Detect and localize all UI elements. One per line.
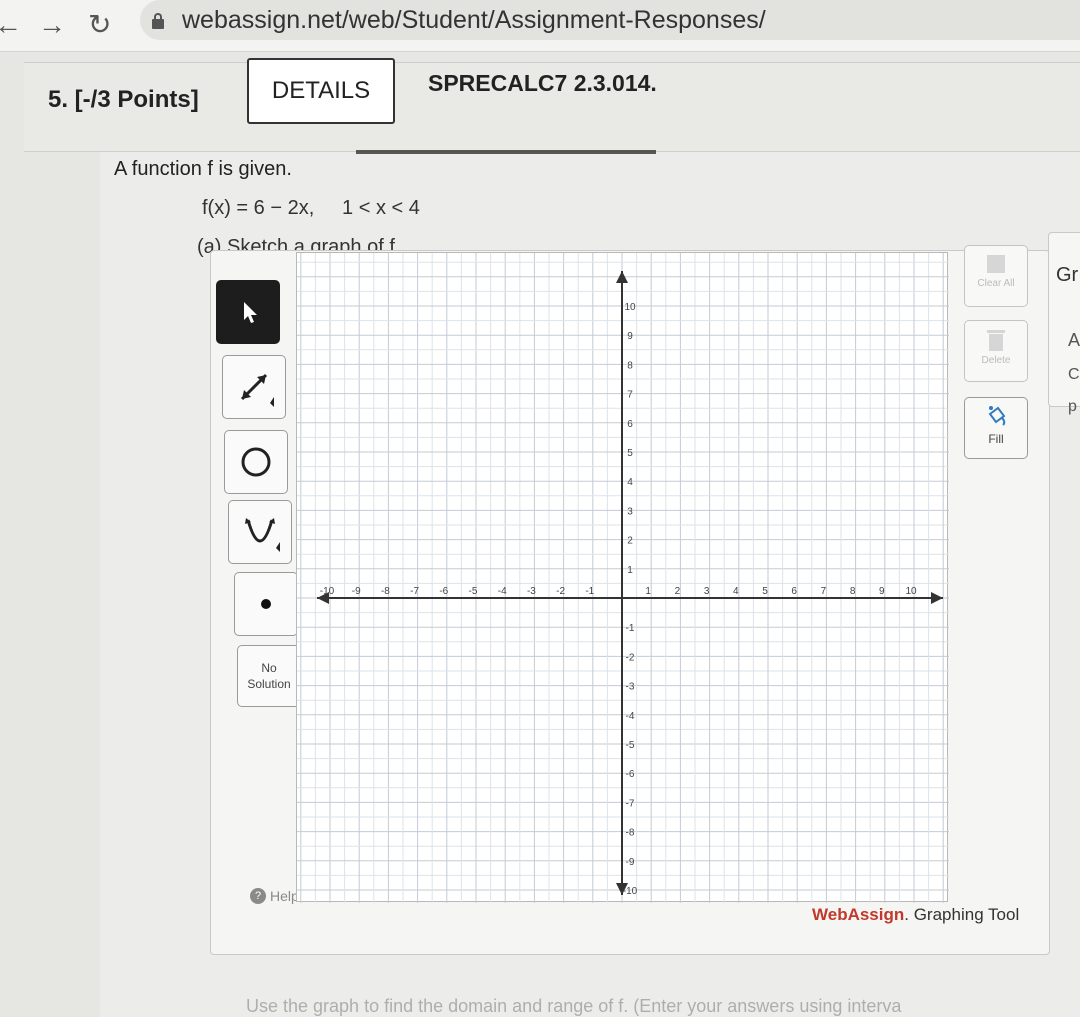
clear-icon xyxy=(987,255,1005,273)
x-tick-label: 3 xyxy=(704,586,710,597)
x-tick-label: 7 xyxy=(821,586,827,597)
y-tick-label: -8 xyxy=(626,828,635,839)
side-panel-title: Gr xyxy=(1056,264,1079,286)
y-tick-label: 8 xyxy=(627,360,633,371)
question-points: 5. [-/3 Points] xyxy=(48,86,199,113)
side-panel-text-2: C xyxy=(1068,366,1080,383)
x-tick-label: -4 xyxy=(498,586,507,597)
url-text[interactable]: webassign.net/web/Student/Assignment-Res… xyxy=(182,6,766,35)
webassign-brand: WebAssign. Graphing Tool xyxy=(812,905,1019,925)
y-tick-label: 3 xyxy=(627,506,633,517)
paint-bucket-icon xyxy=(988,406,1006,426)
x-tick-label: 5 xyxy=(762,586,768,597)
x-tick-label: 6 xyxy=(791,586,797,597)
x-tick-label: -7 xyxy=(410,586,419,597)
y-tick-label: 10 xyxy=(624,302,636,313)
brand-graphing-tool: . Graphing Tool xyxy=(904,905,1020,924)
x-tick-label: 8 xyxy=(850,586,856,597)
circle-icon xyxy=(241,447,271,477)
side-panel-text-1: A xyxy=(1068,330,1080,350)
x-tick-label: -1 xyxy=(585,586,594,597)
browser-toolbar: ← → ↻ webassign.net/web/Student/Assignme… xyxy=(0,0,1080,52)
x-tick-label: 10 xyxy=(905,586,917,597)
x-tick-label: 2 xyxy=(675,586,681,597)
y-tick-label: -3 xyxy=(626,682,635,693)
back-arrow-icon[interactable]: ← xyxy=(0,8,22,42)
function-formula: f(x) = 6 − 2x, 1 < x < 4 xyxy=(202,197,420,219)
x-tick-label: 1 xyxy=(645,586,651,597)
y-tick-label: -4 xyxy=(626,711,635,722)
lock-icon xyxy=(152,13,164,29)
delete-label: Delete xyxy=(981,355,1011,366)
no-solution-button[interactable]: No Solution xyxy=(237,645,301,707)
line-tool-button[interactable] xyxy=(222,355,286,419)
y-tick-label: -6 xyxy=(626,769,635,780)
forward-arrow-icon[interactable]: → xyxy=(38,8,66,42)
circle-tool-button[interactable] xyxy=(224,430,288,494)
coordinate-grid[interactable]: -10 -9 -8 -7 -6 -5 -4 -3 -2 -1 1 2 3 4 5 6 7 8 9 10 -10 -9 -8 -… xyxy=(297,253,949,903)
dot-icon xyxy=(261,599,271,609)
x-tick-label: -3 xyxy=(527,586,536,597)
x-tick-label: -2 xyxy=(556,586,565,597)
x-tick-label: -10 xyxy=(320,586,335,597)
question-prompt: A function f is given. xyxy=(114,158,292,180)
side-panel-text-3: p xyxy=(1068,398,1077,415)
brand-webassign: WebAssign xyxy=(812,905,905,924)
y-tick-label: 6 xyxy=(627,419,633,430)
x-tick-label: 9 xyxy=(879,586,885,597)
x-axis-arrow-right xyxy=(931,592,943,604)
delete-button[interactable]: Delete xyxy=(964,320,1028,382)
parabola-tool-button[interactable] xyxy=(228,500,292,564)
y-tick-label: -9 xyxy=(626,857,635,868)
y-tick-label: -2 xyxy=(626,652,635,663)
no-solution-label-1: No xyxy=(261,661,277,675)
y-tick-label: -5 xyxy=(626,740,635,751)
details-button[interactable]: DETAILS xyxy=(247,58,395,124)
clear-all-button[interactable]: Clear All xyxy=(964,245,1028,307)
y-tick-label: 1 xyxy=(627,565,633,576)
next-part-instruction: Use the graph to find the domain and ran… xyxy=(246,996,902,1016)
y-tick-label: 4 xyxy=(627,477,633,488)
y-tick-label: -1 xyxy=(626,623,635,634)
help-icon: ? xyxy=(250,888,266,904)
clear-all-label: Clear All xyxy=(977,278,1015,289)
reload-icon[interactable]: ↻ xyxy=(88,8,111,42)
point-tool-button[interactable] xyxy=(234,572,298,636)
y-tick-label: -7 xyxy=(626,798,635,809)
line-arrow-icon xyxy=(240,373,274,407)
graph-canvas[interactable]: -10 -9 -8 -7 -6 -5 -4 -3 -2 -1 1 2 3 4 5 6 7 8 9 10 -10 -9 -8 -… xyxy=(296,252,949,903)
fill-label: Fill xyxy=(988,432,1004,446)
question-code: SPRECALC7 2.3.014. xyxy=(428,70,657,96)
help-label: Help xyxy=(270,888,299,904)
y-tick-label: 9 xyxy=(627,331,633,342)
x-tick-label: 4 xyxy=(733,586,739,597)
pointer-tool-button[interactable] xyxy=(216,280,280,344)
y-tick-label: 5 xyxy=(627,448,633,459)
y-tick-label: 7 xyxy=(627,390,633,401)
help-link[interactable]: ? Help xyxy=(250,888,299,904)
parabola-icon xyxy=(245,518,280,552)
divider xyxy=(356,150,656,154)
y-tick-label: -10 xyxy=(623,886,638,897)
x-tick-label: -6 xyxy=(439,586,448,597)
pointer-icon xyxy=(244,302,257,323)
x-tick-label: -5 xyxy=(469,586,478,597)
trash-icon xyxy=(987,330,1005,351)
x-tick-label: -8 xyxy=(381,586,390,597)
x-tick-label: -9 xyxy=(352,586,361,597)
no-solution-label-2: Solution xyxy=(247,677,291,691)
fill-button[interactable]: Fill xyxy=(964,397,1028,459)
y-tick-label: 2 xyxy=(627,536,633,547)
